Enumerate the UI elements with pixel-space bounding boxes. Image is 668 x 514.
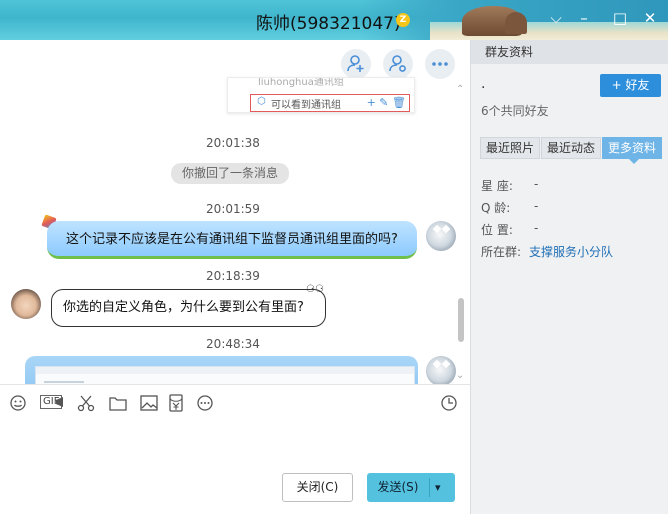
timestamp: 20:18:39: [206, 269, 260, 283]
group-label: 所在群:: [481, 245, 522, 259]
member-profile-panel: 群友资料 . + 好友 6个共同好友 最近照片 最近动态 更多资料 星 座: -…: [470, 40, 668, 514]
scroll-down-chevron-icon[interactable]: ⌄: [456, 370, 464, 381]
image-detail: [44, 381, 84, 383]
send-options-chevron-icon[interactable]: ▾: [435, 473, 441, 502]
location-row: 位 置: -: [481, 221, 538, 238]
bubble-decoration-icon: ⚆⚆: [306, 284, 324, 295]
red-packet-icon[interactable]: [168, 394, 184, 412]
location-value: -: [534, 221, 539, 235]
send-button-divider: [429, 478, 430, 497]
location-label: 位 置:: [481, 223, 513, 237]
close-button[interactable]: 关闭(C): [282, 473, 353, 502]
history-clock-icon[interactable]: [440, 394, 458, 412]
zodiac-row: 星 座: -: [481, 177, 538, 194]
add-user-icon: [347, 55, 364, 72]
input-toolbar: GIF: [0, 384, 470, 420]
avatar-detail: [432, 359, 442, 369]
chat-scrollbar[interactable]: [458, 298, 464, 342]
image-message-partial[interactable]: liuhonghua通讯组 ⬡ 可以看到通讯组 + ✎ 🗑: [227, 77, 415, 113]
shield-icon: ⬡: [257, 96, 266, 107]
timestamp: 20:48:34: [206, 337, 260, 351]
group-info-button[interactable]: [383, 49, 413, 79]
emoji-icon[interactable]: [9, 394, 27, 412]
tab-recent-activity[interactable]: 最近动态: [541, 137, 601, 159]
tab-more-info[interactable]: 更多资料: [602, 137, 662, 164]
image-icon[interactable]: [139, 394, 159, 412]
user-settings-icon: [389, 55, 406, 72]
my-avatar[interactable]: [426, 221, 456, 251]
image-detail: [36, 367, 414, 374]
scroll-up-chevron-icon[interactable]: ⌃: [456, 84, 464, 95]
more-dots-icon: [432, 62, 448, 66]
chat-history[interactable]: liuhonghua通讯组 ⬡ 可以看到通讯组 + ✎ 🗑 ⌃ 20:01:38…: [0, 40, 470, 384]
tab-recent-photos[interactable]: 最近照片: [480, 137, 540, 159]
timestamp: 20:01:59: [206, 202, 260, 216]
image-highlight-row: ⬡ 可以看到通讯组 + ✎ 🗑: [250, 94, 410, 112]
avatar-detail: [441, 359, 451, 369]
chevron-down-icon[interactable]: ⌵: [546, 8, 566, 28]
image-text: 可以看到通讯组: [271, 100, 341, 111]
timestamp: 20:01:38: [206, 136, 260, 150]
gif-camera-icon: [56, 397, 63, 407]
title-bar-background-rock: [505, 12, 527, 34]
group-link[interactable]: 支撑服务小分队: [529, 243, 613, 260]
title-bar: 陈帅(598321047) Z ⌵ – □ ✕: [0, 0, 668, 40]
image-message-bubble[interactable]: [25, 356, 418, 384]
screenshot-image[interactable]: [35, 366, 415, 384]
close-icon[interactable]: ✕: [640, 8, 660, 28]
send-button[interactable]: 发送(S) ▾: [367, 473, 455, 502]
folder-icon[interactable]: [108, 394, 128, 412]
zodiac-value: -: [534, 177, 539, 191]
contact-message-bubble[interactable]: 你选的自定义角色，为什么要到公有里面?: [51, 289, 326, 327]
add-friend-button[interactable]: + 好友: [600, 74, 661, 97]
zodiac-label: 星 座:: [481, 179, 513, 193]
avatar-detail: [432, 224, 442, 234]
my-message-bubble[interactable]: 这个记录不应该是在公有通讯组下监督员通讯组里面的吗?: [47, 221, 417, 259]
window-title: 陈帅(598321047): [256, 14, 401, 34]
vip-badge-icon: Z: [396, 13, 410, 27]
qage-label: Q 龄:: [481, 201, 511, 215]
screenshot-scissors-icon[interactable]: [76, 394, 96, 412]
my-avatar[interactable]: [426, 356, 456, 384]
member-name: .: [481, 76, 486, 92]
qage-value: -: [534, 199, 539, 213]
more-options-button[interactable]: [425, 49, 455, 79]
group-row: 所在群: 支撑服务小分队: [481, 243, 613, 260]
contact-avatar[interactable]: [11, 289, 41, 319]
maximize-icon[interactable]: □: [610, 8, 630, 28]
qage-row: Q 龄: -: [481, 199, 538, 216]
image-text: liuhonghua通讯组: [258, 77, 344, 88]
send-button-label: 发送(S): [377, 480, 419, 494]
image-toolbar-icons: + ✎ 🗑: [366, 96, 406, 109]
common-friends-link[interactable]: 6个共同好友: [481, 102, 549, 119]
avatar-detail: [441, 224, 451, 234]
panel-title: 群友资料: [471, 40, 668, 64]
minimize-icon[interactable]: –: [574, 8, 594, 28]
more-icon[interactable]: [196, 394, 214, 412]
add-member-button[interactable]: [341, 49, 371, 79]
system-message: 你撤回了一条消息: [171, 163, 289, 184]
